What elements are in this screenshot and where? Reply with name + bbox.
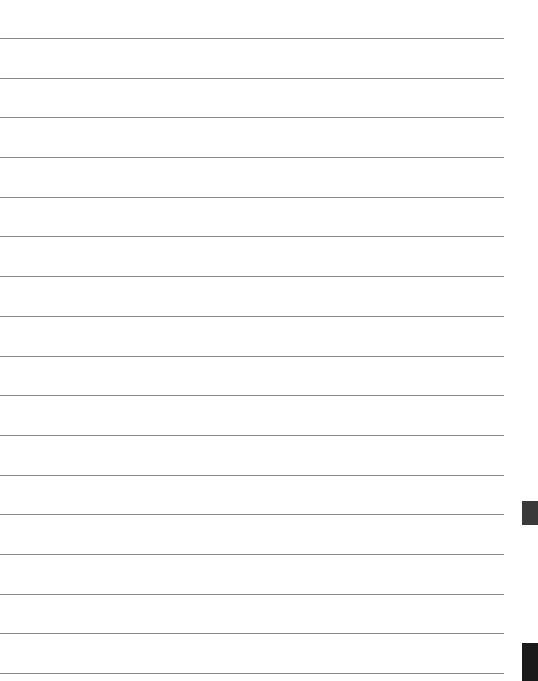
line-row (0, 357, 504, 397)
line-row (0, 118, 504, 158)
edge-marker-top (522, 501, 538, 525)
lined-area (0, 0, 504, 681)
line-row (0, 39, 504, 79)
line-row (0, 515, 504, 555)
line-row (0, 634, 504, 674)
line-row (0, 158, 504, 198)
edge-marker-bottom (522, 643, 538, 681)
line-row (0, 79, 504, 119)
line-row (0, 595, 504, 635)
line-row (0, 476, 504, 516)
line-row (0, 396, 504, 436)
line-row (0, 436, 504, 476)
line-row (0, 198, 504, 238)
line-row (0, 555, 504, 595)
line-row (0, 277, 504, 317)
line-row (0, 237, 504, 277)
line-row (0, 0, 504, 39)
line-row (0, 317, 504, 357)
